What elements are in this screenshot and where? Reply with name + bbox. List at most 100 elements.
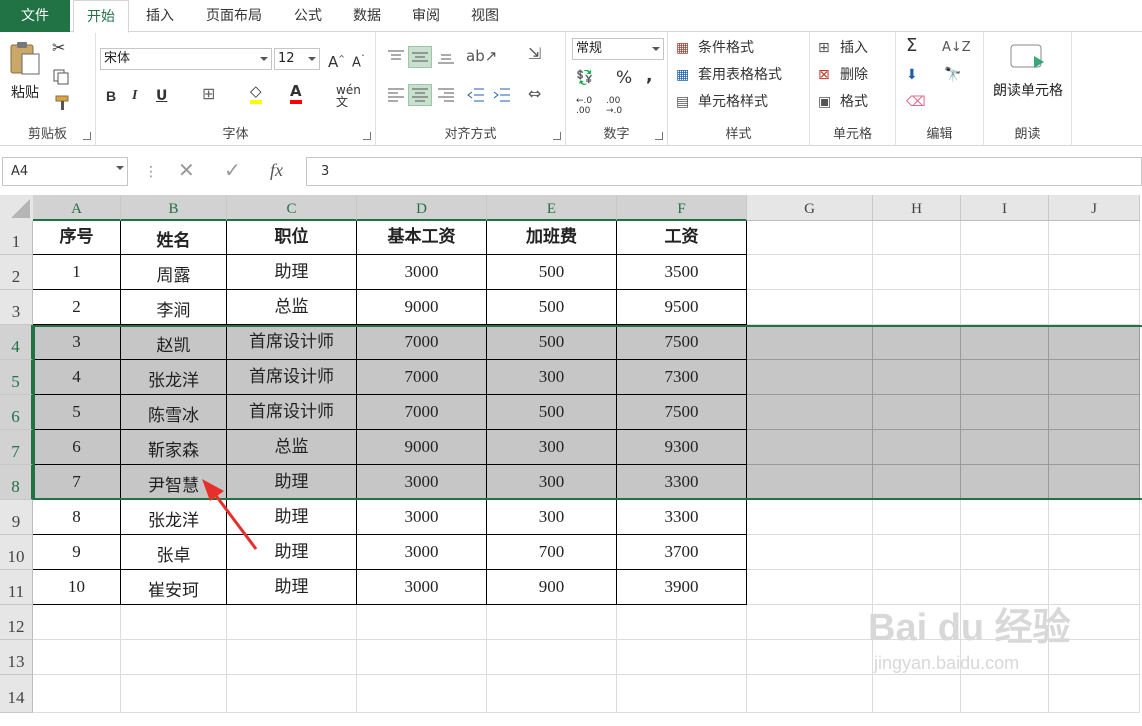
phonetic-icon[interactable]: wén 文 bbox=[336, 84, 361, 108]
row-header-2[interactable]: 2 bbox=[0, 255, 33, 290]
row-header-4[interactable]: 4 bbox=[0, 325, 33, 360]
empty-cell[interactable] bbox=[1049, 255, 1140, 290]
table-cell[interactable]: 9 bbox=[33, 535, 121, 570]
empty-cell[interactable] bbox=[1049, 570, 1140, 605]
table-cell[interactable]: 3000 bbox=[357, 500, 487, 535]
row-header-13[interactable]: 13 bbox=[0, 640, 33, 675]
row-header-11[interactable]: 11 bbox=[0, 570, 33, 605]
empty-cell[interactable] bbox=[357, 605, 487, 640]
format-table-button[interactable]: 套用表格格式 bbox=[698, 65, 782, 85]
select-all-icon[interactable] bbox=[0, 195, 33, 221]
empty-cell[interactable] bbox=[873, 570, 961, 605]
empty-cell[interactable] bbox=[1049, 290, 1140, 325]
merge-center-icon[interactable]: ⇔ bbox=[528, 84, 541, 104]
table-cell[interactable]: 300 bbox=[487, 430, 617, 465]
table-header-cell[interactable]: 工资 bbox=[617, 221, 747, 255]
table-cell[interactable]: 首席设计师 bbox=[227, 360, 357, 395]
table-cell[interactable]: 7 bbox=[33, 465, 121, 500]
name-box[interactable]: A4 bbox=[2, 157, 128, 186]
empty-cell[interactable] bbox=[747, 675, 873, 713]
table-cell[interactable]: 300 bbox=[487, 500, 617, 535]
row-header-12[interactable]: 12 bbox=[0, 605, 33, 640]
sort-filter-icon[interactable]: A↓Z bbox=[942, 38, 971, 58]
alignment-launcher-icon[interactable] bbox=[553, 132, 561, 140]
table-header-cell[interactable]: 基本工资 bbox=[357, 221, 487, 255]
align-bottom-icon[interactable] bbox=[436, 48, 456, 66]
more-options-icon[interactable]: ⋮ bbox=[144, 162, 158, 182]
empty-cell[interactable] bbox=[961, 221, 1049, 255]
orientation-icon[interactable]: ab↗ bbox=[466, 46, 497, 66]
row-header-7[interactable]: 7 bbox=[0, 430, 33, 465]
empty-cell[interactable] bbox=[873, 325, 961, 360]
table-cell[interactable]: 3 bbox=[33, 325, 121, 360]
table-cell[interactable]: 赵凯 bbox=[121, 325, 227, 360]
table-cell[interactable]: 10 bbox=[33, 570, 121, 605]
empty-cell[interactable] bbox=[1049, 535, 1140, 570]
empty-cell[interactable] bbox=[227, 605, 357, 640]
empty-cell[interactable] bbox=[873, 255, 961, 290]
empty-cell[interactable] bbox=[873, 395, 961, 430]
empty-cell[interactable] bbox=[873, 430, 961, 465]
table-cell[interactable]: 1 bbox=[33, 255, 121, 290]
decrease-font-icon[interactable]: Aˇ bbox=[352, 49, 365, 73]
table-cell[interactable]: 7000 bbox=[357, 360, 487, 395]
table-cell[interactable]: 500 bbox=[487, 325, 617, 360]
empty-cell[interactable] bbox=[873, 290, 961, 325]
table-cell[interactable]: 700 bbox=[487, 535, 617, 570]
table-cell[interactable]: 周露 bbox=[121, 255, 227, 290]
empty-cell[interactable] bbox=[961, 430, 1049, 465]
formula-input[interactable]: 3 bbox=[306, 157, 1142, 186]
table-header-cell[interactable]: 序号 bbox=[33, 221, 121, 255]
currency-icon[interactable]: 💱 bbox=[576, 68, 593, 88]
table-cell[interactable]: 7500 bbox=[617, 395, 747, 430]
bold-button[interactable]: B bbox=[106, 86, 116, 106]
table-cell[interactable]: 首席设计师 bbox=[227, 325, 357, 360]
underline-button[interactable]: U bbox=[156, 86, 167, 106]
empty-cell[interactable] bbox=[747, 570, 873, 605]
empty-cell[interactable] bbox=[1049, 325, 1140, 360]
row-header-1[interactable]: 1 bbox=[0, 221, 33, 255]
empty-cell[interactable] bbox=[617, 640, 747, 675]
column-header-j[interactable]: J bbox=[1049, 195, 1140, 221]
empty-cell[interactable] bbox=[873, 465, 961, 500]
enter-icon[interactable]: ✓ bbox=[224, 160, 241, 180]
table-cell[interactable]: 7300 bbox=[617, 360, 747, 395]
insert-function-icon[interactable]: fx bbox=[270, 160, 283, 180]
empty-cell[interactable] bbox=[961, 465, 1049, 500]
table-cell[interactable]: 5 bbox=[33, 395, 121, 430]
comma-button[interactable]: , bbox=[646, 66, 652, 86]
table-cell[interactable]: 500 bbox=[487, 255, 617, 290]
table-cell[interactable]: 总监 bbox=[227, 290, 357, 325]
paste-button[interactable]: 粘贴 bbox=[6, 38, 44, 104]
insert-cells-button[interactable]: 插入 bbox=[840, 38, 868, 58]
font-launcher-icon[interactable] bbox=[363, 132, 371, 140]
row-header-9[interactable]: 9 bbox=[0, 500, 33, 535]
table-cell[interactable]: 9300 bbox=[617, 430, 747, 465]
empty-cell[interactable] bbox=[487, 640, 617, 675]
format-painter-icon[interactable] bbox=[54, 94, 72, 112]
conditional-format-button[interactable]: 条件格式 bbox=[698, 38, 754, 58]
empty-cell[interactable] bbox=[1049, 360, 1140, 395]
empty-cell[interactable] bbox=[873, 221, 961, 255]
format-cells-button[interactable]: 格式 bbox=[840, 92, 868, 112]
font-color-icon[interactable]: A bbox=[290, 82, 302, 104]
cell-styles-button[interactable]: 单元格样式 bbox=[698, 92, 768, 112]
decrease-indent-icon[interactable] bbox=[466, 86, 486, 104]
empty-cell[interactable] bbox=[1049, 675, 1140, 713]
tab-file[interactable]: 文件 bbox=[0, 0, 70, 32]
table-cell[interactable]: 3000 bbox=[357, 255, 487, 290]
decrease-decimal-icon[interactable]: .00 →.0 bbox=[606, 96, 622, 116]
empty-cell[interactable] bbox=[747, 640, 873, 675]
empty-cell[interactable] bbox=[33, 675, 121, 713]
table-header-cell[interactable]: 姓名 bbox=[121, 221, 227, 255]
wrap-text-icon[interactable]: ⇲ bbox=[528, 44, 541, 64]
table-cell[interactable]: 8 bbox=[33, 500, 121, 535]
number-format-select[interactable]: 常规 bbox=[572, 38, 664, 60]
empty-cell[interactable] bbox=[961, 395, 1049, 430]
table-cell[interactable]: 7500 bbox=[617, 325, 747, 360]
empty-cell[interactable] bbox=[873, 500, 961, 535]
empty-cell[interactable] bbox=[357, 675, 487, 713]
tab-page-layout[interactable]: 页面布局 bbox=[195, 0, 273, 32]
increase-decimal-icon[interactable]: ←.0.00 bbox=[576, 96, 592, 116]
font-name-select[interactable]: 宋体 bbox=[100, 48, 272, 70]
